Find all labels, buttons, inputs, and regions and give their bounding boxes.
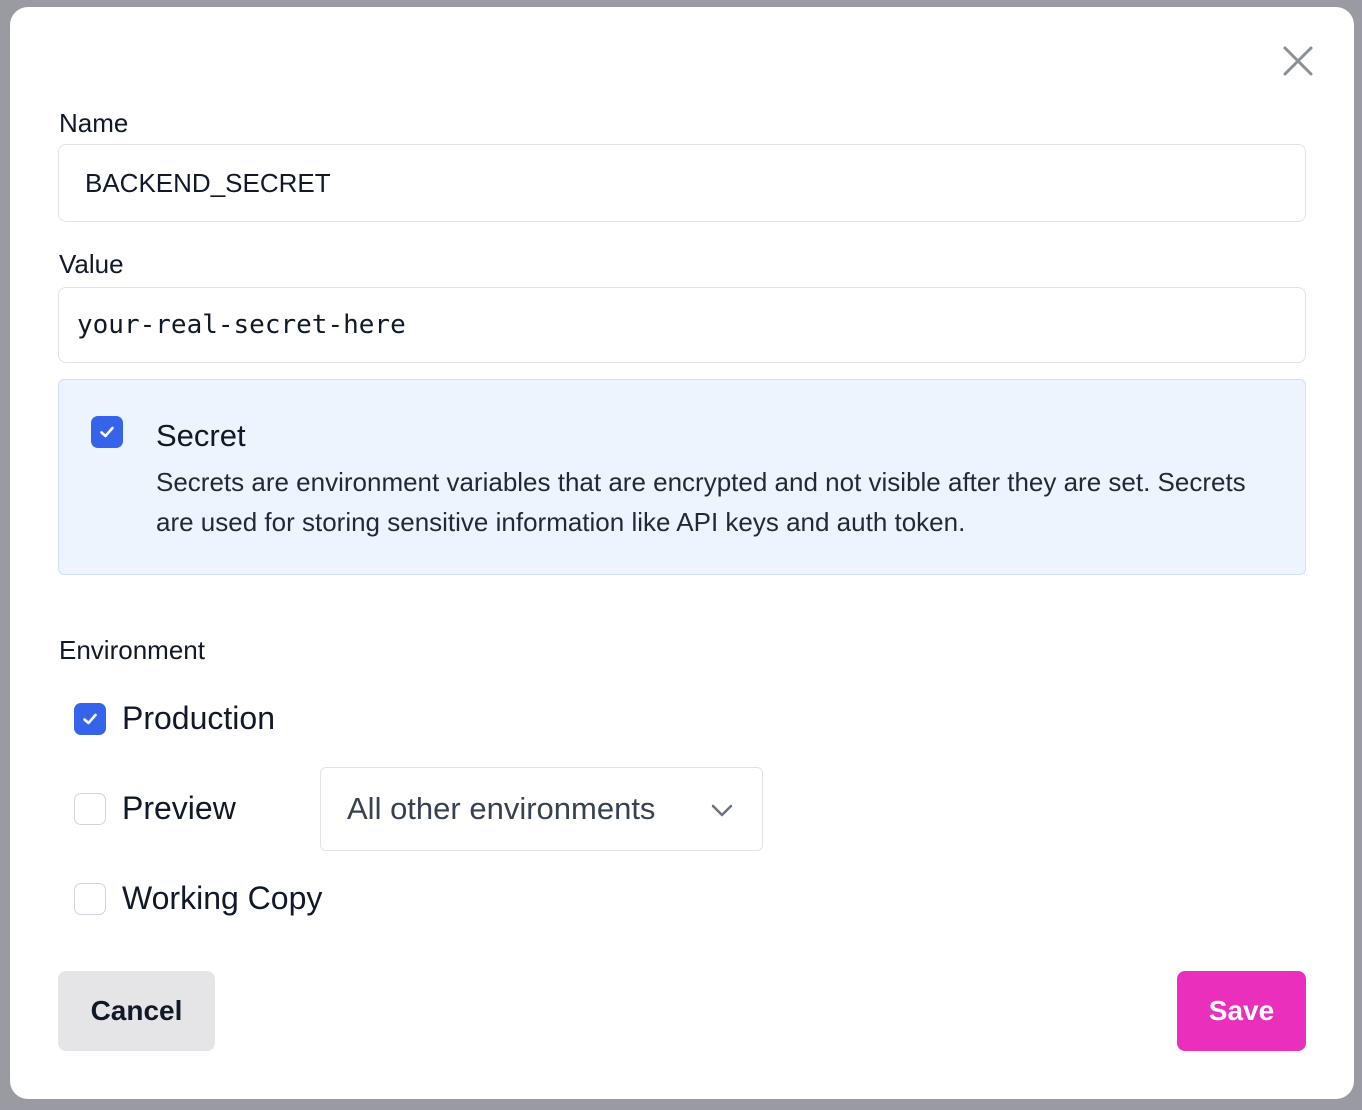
value-input[interactable]: your-real-secret-here [58,287,1306,363]
close-icon [1283,46,1313,76]
preview-environment-select-value: All other environments [347,791,656,826]
name-label: Name [59,108,129,138]
working-copy-checkbox[interactable] [74,883,106,915]
checkmark-icon [83,713,97,725]
environment-variable-dialog: Name BACKEND_SECRET Value your-real-secr… [10,7,1354,1099]
cancel-button[interactable]: Cancel [58,971,215,1051]
production-checkbox[interactable] [74,703,106,735]
preview-label[interactable]: Preview [122,790,236,827]
production-label[interactable]: Production [122,700,275,737]
name-input-value: BACKEND_SECRET [85,167,331,198]
preview-environment-select[interactable]: All other environments [320,767,763,851]
secret-description: Secrets are environment variables that a… [156,467,1246,537]
secret-option-panel: Secret Secrets are environment variables… [58,379,1306,575]
preview-checkbox[interactable] [74,793,106,825]
value-label: Value [59,249,124,279]
environment-label: Environment [59,635,205,665]
working-copy-label[interactable]: Working Copy [122,880,322,917]
value-input-value: your-real-secret-here [77,310,406,340]
close-button[interactable] [1280,43,1316,79]
secret-title: Secret [156,418,246,453]
secret-checkbox[interactable] [91,416,123,448]
chevron-down-icon [711,804,733,817]
save-button[interactable]: Save [1177,971,1306,1051]
checkmark-icon [100,426,114,438]
name-input[interactable]: BACKEND_SECRET [58,144,1306,222]
